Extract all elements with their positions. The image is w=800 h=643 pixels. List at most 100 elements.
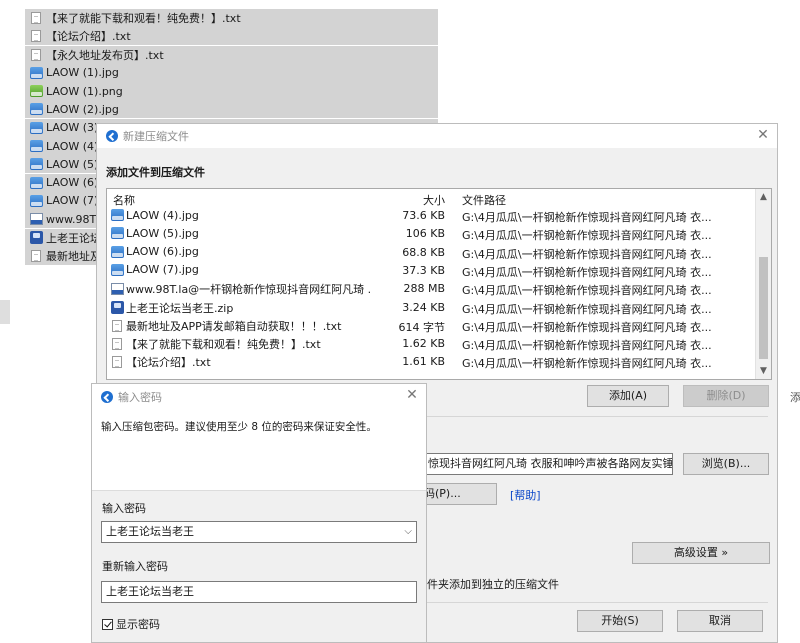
file-list-row[interactable]: 【论坛介绍】.txt 1.61 KB G:\4月瓜瓜\一杆钢枪新作惊现抖音网红阿凡琦…: [107, 353, 755, 371]
scrollbar-thumb[interactable]: [759, 257, 768, 359]
password-label: 输入密码: [102, 502, 146, 515]
file-name-cell: LAOW (4).jpg: [110, 208, 372, 222]
scroll-up-icon[interactable]: ▲: [756, 189, 771, 205]
file-name-cell: 【论坛介绍】.txt: [110, 354, 372, 370]
text-file-icon: [29, 11, 43, 25]
set-password-button[interactable]: 码(P)...: [417, 483, 497, 505]
file-size: 614 字节: [398, 320, 446, 334]
jpg-file-icon: [29, 121, 43, 135]
file-size: 37.3 KB: [402, 263, 445, 277]
file-name-cell: 【来了就能下载和观看！纯免费！】.txt: [110, 336, 372, 352]
start-button[interactable]: 开始(S): [577, 610, 663, 632]
separate-archives-option[interactable]: 件夹添加到独立的压缩文件: [427, 576, 559, 592]
file-name: LAOW (5).jpg: [126, 226, 199, 240]
jpg-file-icon: [29, 176, 43, 190]
divider: [427, 416, 768, 417]
app-logo-icon: [106, 130, 118, 142]
password-hint: 输入压缩包密码。建议使用至少 8 位的密码来保证安全性。: [101, 421, 377, 433]
text-file-icon: [29, 48, 43, 62]
background-file-row[interactable]: LAOW (1).png: [25, 82, 438, 101]
jpg-file-icon: [29, 66, 43, 80]
file-name-cell: 最新地址及APP请发邮箱自动获取！！！.txt: [110, 318, 372, 334]
text-file-icon: [29, 29, 43, 43]
column-path-header[interactable]: 文件路径: [462, 192, 506, 208]
background-fragment: [0, 300, 10, 324]
file-size: 73.6 KB: [402, 209, 445, 222]
help-link[interactable]: [帮助]: [510, 487, 541, 503]
video-file-icon: [110, 282, 124, 296]
chevron-down-icon[interactable]: ⌵: [404, 522, 412, 542]
file-list-row[interactable]: www.98T.la@一杆钢枪新作惊现抖音网红阿凡琦 ... 288 MB G:\4…: [107, 280, 755, 298]
background-file-name: 【永久地址发布页】.txt: [46, 48, 164, 62]
file-path: G:\4月瓜瓜\一杆钢枪新作惊现抖音网红阿凡琦 衣...: [462, 284, 712, 298]
confirm-password-label: 重新输入密码: [102, 560, 168, 573]
file-path: G:\4月瓜瓜\一杆钢枪新作惊现抖音网红阿凡琦 衣...: [462, 320, 712, 334]
file-list-row[interactable]: LAOW (7).jpg 37.3 KB G:\4月瓜瓜\一杆钢枪新作惊现抖音网红阿…: [107, 262, 755, 280]
file-name-cell: 上老王论坛当老王.zip: [110, 300, 372, 316]
file-path: G:\4月瓜瓜\一杆钢枪新作惊现抖音网红阿凡琦 衣...: [462, 302, 712, 316]
file-name: www.98T.la@一杆钢枪新作惊现抖音网红阿凡琦 ...: [126, 283, 372, 297]
file-size: 1.61 KB: [402, 355, 445, 369]
browse-button[interactable]: 浏览(B)...: [683, 453, 769, 475]
file-list-scrollbar[interactable]: ▲ ▼: [755, 189, 771, 379]
password-input[interactable]: 上老王论坛当老王 ⌵: [101, 521, 417, 543]
jpg-file-icon: [29, 102, 43, 116]
archive-dialog-titlebar[interactable]: 新建压缩文件 ✕: [97, 124, 777, 148]
background-file-name: 【来了就能下载和观看！纯免费！】.txt: [46, 12, 241, 25]
file-path: G:\4月瓜瓜\一杆钢枪新作惊现抖音网红阿凡琦 衣...: [462, 265, 712, 279]
column-size-header[interactable]: 大小: [423, 192, 445, 208]
file-list-row[interactable]: LAOW (4).jpg 73.6 KB G:\4月瓜瓜\一杆钢枪新作惊现抖音网红阿…: [107, 207, 755, 225]
file-path: G:\4月瓜瓜\一杆钢枪新作惊现抖音网红阿凡琦 衣...: [462, 229, 712, 243]
jpg-file-icon: [29, 194, 43, 208]
file-list-row[interactable]: 上老王论坛当老王.zip 3.24 KB G:\4月瓜瓜\一杆钢枪新作惊现抖音网红阿…: [107, 299, 755, 317]
file-name: LAOW (4).jpg: [126, 208, 199, 222]
background-file-row[interactable]: LAOW (1).jpg: [25, 63, 438, 82]
file-name: 最新地址及APP请发邮箱自动获取！！！.txt: [126, 319, 342, 333]
add-button[interactable]: 添加(A): [587, 385, 669, 407]
password-value: 上老王论坛当老王: [106, 525, 194, 538]
file-path: G:\4月瓜瓜\一杆钢枪新作惊现抖音网红阿凡琦 衣...: [462, 339, 712, 353]
background-file-row[interactable]: 【来了就能下载和观看！纯免费！】.txt: [25, 9, 438, 27]
close-icon[interactable]: ✕: [404, 387, 420, 403]
password-dialog-title: 输入密码: [118, 391, 162, 404]
file-list-row[interactable]: LAOW (5).jpg 106 KB G:\4月瓜瓜\一杆钢枪新作惊现抖音网红阿凡…: [107, 225, 755, 243]
background-file-row[interactable]: 【永久地址发布页】.txt: [25, 45, 438, 64]
archive-path-field[interactable]: 惊现抖音网红阿凡琦 衣服和呻吟声被各路网友实锤.7z: [423, 453, 673, 475]
file-list-row[interactable]: LAOW (6).jpg 68.8 KB G:\4月瓜瓜\一杆钢枪新作惊现抖音网红阿…: [107, 244, 755, 262]
file-name: LAOW (7).jpg: [126, 263, 199, 277]
file-list[interactable]: 名称 大小 文件路径 LAOW (4).jpg 73.6 KB G:\4月瓜瓜\一杆…: [106, 188, 772, 380]
zip-file-icon: [110, 301, 124, 315]
confirm-password-input[interactable]: 上老王论坛当老王: [101, 581, 417, 603]
text-file-icon: [29, 249, 43, 263]
checkbox-checked-icon[interactable]: [102, 618, 113, 630]
password-dialog-titlebar[interactable]: 输入密码 ✕: [92, 384, 426, 410]
file-path: G:\4月瓜瓜\一杆钢枪新作惊现抖音网红阿凡琦 衣...: [462, 357, 712, 371]
file-name-cell: LAOW (6).jpg: [110, 245, 372, 259]
close-icon[interactable]: ✕: [755, 127, 771, 143]
background-file-row[interactable]: 【论坛介绍】.txt: [25, 27, 438, 46]
background-file-name: LAOW (1).jpg: [46, 66, 119, 80]
delete-button[interactable]: 删除(D): [683, 385, 769, 407]
scroll-down-icon[interactable]: ▼: [756, 363, 771, 379]
cancel-button[interactable]: 取消: [677, 610, 763, 632]
right-edge-fragment: 添: [790, 391, 800, 404]
file-name-cell: LAOW (5).jpg: [110, 226, 372, 240]
advanced-settings-button[interactable]: 高级设置 »: [632, 542, 770, 564]
section-heading: 添加文件到压缩文件: [106, 166, 205, 179]
file-name: 【论坛介绍】.txt: [126, 356, 211, 370]
file-name-cell: LAOW (7).jpg: [110, 263, 372, 277]
file-name: 【来了就能下载和观看！纯免费！】.txt: [126, 338, 321, 352]
zip-file-icon: [29, 231, 43, 245]
divider: [427, 602, 768, 603]
column-name-header[interactable]: 名称: [113, 192, 135, 208]
file-size: 68.8 KB: [402, 245, 445, 259]
background-file-row[interactable]: LAOW (2).jpg: [25, 100, 438, 119]
file-name: LAOW (6).jpg: [126, 245, 199, 259]
text-file-icon: [110, 355, 124, 369]
jpg-file-icon: [29, 139, 43, 153]
file-list-row[interactable]: 最新地址及APP请发邮箱自动获取！！！.txt 614 字节 G:\4月瓜瓜\一杆钢…: [107, 317, 755, 335]
archive-dialog-title: 新建压缩文件: [123, 130, 189, 143]
file-list-row[interactable]: 【来了就能下载和观看！纯免费！】.txt 1.62 KB G:\4月瓜瓜\一杆钢枪新…: [107, 335, 755, 353]
file-list-header: 名称 大小 文件路径: [107, 189, 755, 207]
jpg-file-icon: [110, 208, 124, 222]
